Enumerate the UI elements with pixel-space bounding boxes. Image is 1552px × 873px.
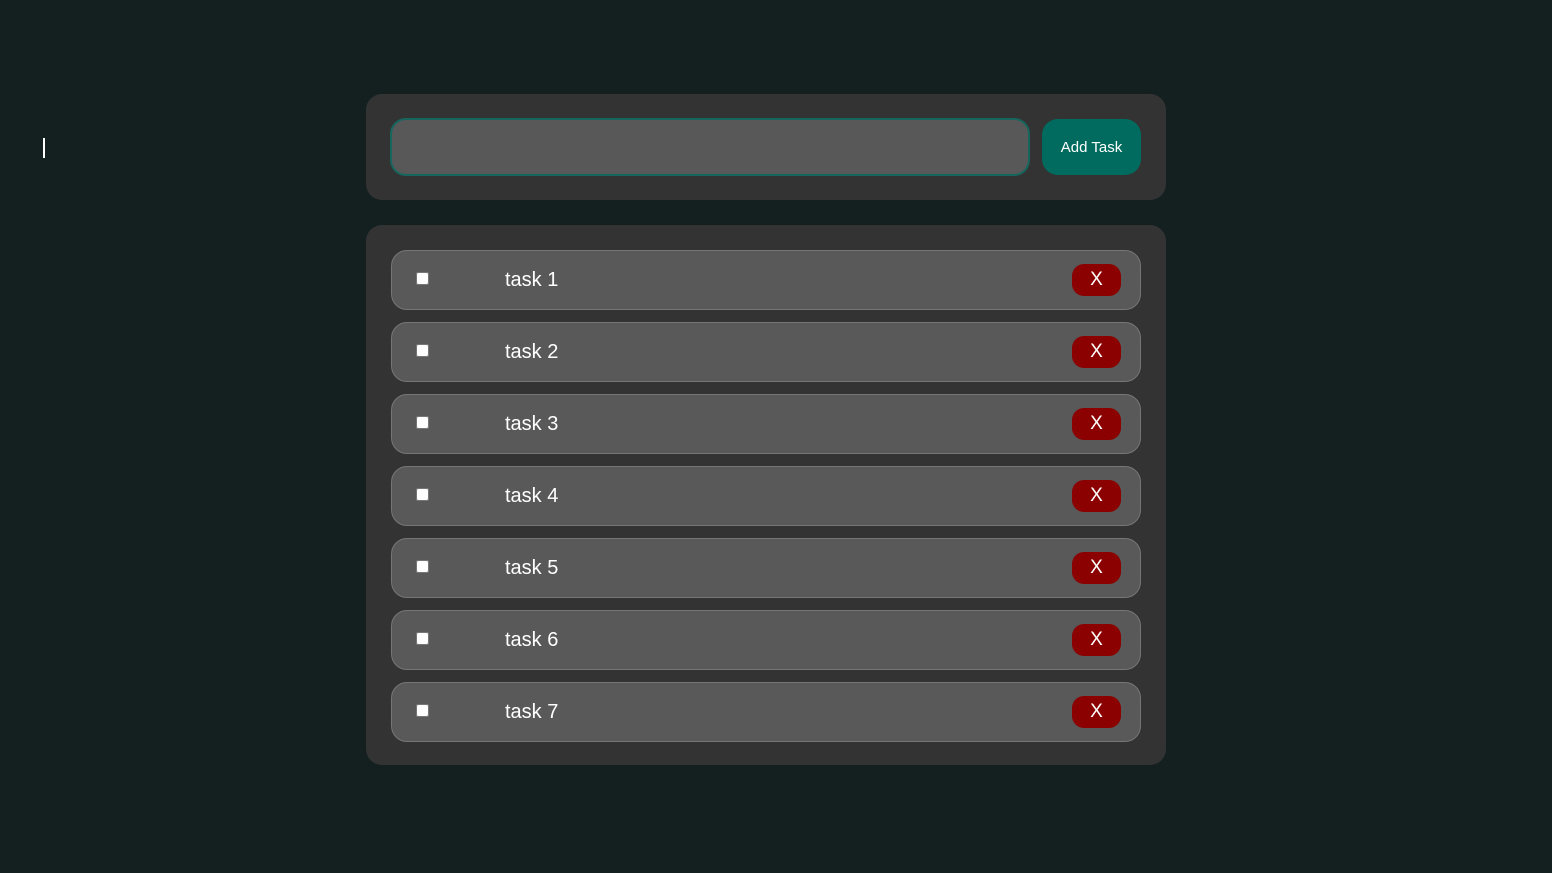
add-task-panel: Add Task (366, 94, 1166, 200)
task-row: task 5 X (391, 538, 1141, 598)
text-cursor (43, 138, 45, 158)
task-row: task 4 X (391, 466, 1141, 526)
task-row: task 6 X (391, 610, 1141, 670)
task-label: task 1 (505, 269, 559, 291)
task-label: task 3 (505, 413, 559, 435)
delete-task-button[interactable]: X (1072, 480, 1121, 512)
task-checkbox[interactable] (416, 344, 429, 357)
task-label: task 4 (505, 485, 559, 507)
delete-task-button[interactable]: X (1072, 552, 1121, 584)
add-task-button[interactable]: Add Task (1042, 119, 1141, 175)
task-checkbox[interactable] (416, 416, 429, 429)
delete-task-button[interactable]: X (1072, 264, 1121, 296)
task-checkbox[interactable] (416, 272, 429, 285)
task-row: task 3 X (391, 394, 1141, 454)
task-label: task 5 (505, 557, 559, 579)
task-label: task 2 (505, 341, 559, 363)
task-list-panel: task 1 X task 2 X task 3 X task 4 X task… (366, 225, 1166, 765)
task-checkbox[interactable] (416, 560, 429, 573)
delete-task-button[interactable]: X (1072, 336, 1121, 368)
task-row: task 2 X (391, 322, 1141, 382)
task-label: task 7 (505, 701, 559, 723)
task-row: task 1 X (391, 250, 1141, 310)
delete-task-button[interactable]: X (1072, 408, 1121, 440)
delete-task-button[interactable]: X (1072, 696, 1121, 728)
task-label: task 6 (505, 629, 559, 651)
task-row: task 7 X (391, 682, 1141, 742)
new-task-input[interactable] (390, 118, 1030, 176)
task-checkbox[interactable] (416, 488, 429, 501)
task-list: task 1 X task 2 X task 3 X task 4 X task… (391, 250, 1141, 742)
delete-task-button[interactable]: X (1072, 624, 1121, 656)
task-checkbox[interactable] (416, 632, 429, 645)
task-checkbox[interactable] (416, 704, 429, 717)
